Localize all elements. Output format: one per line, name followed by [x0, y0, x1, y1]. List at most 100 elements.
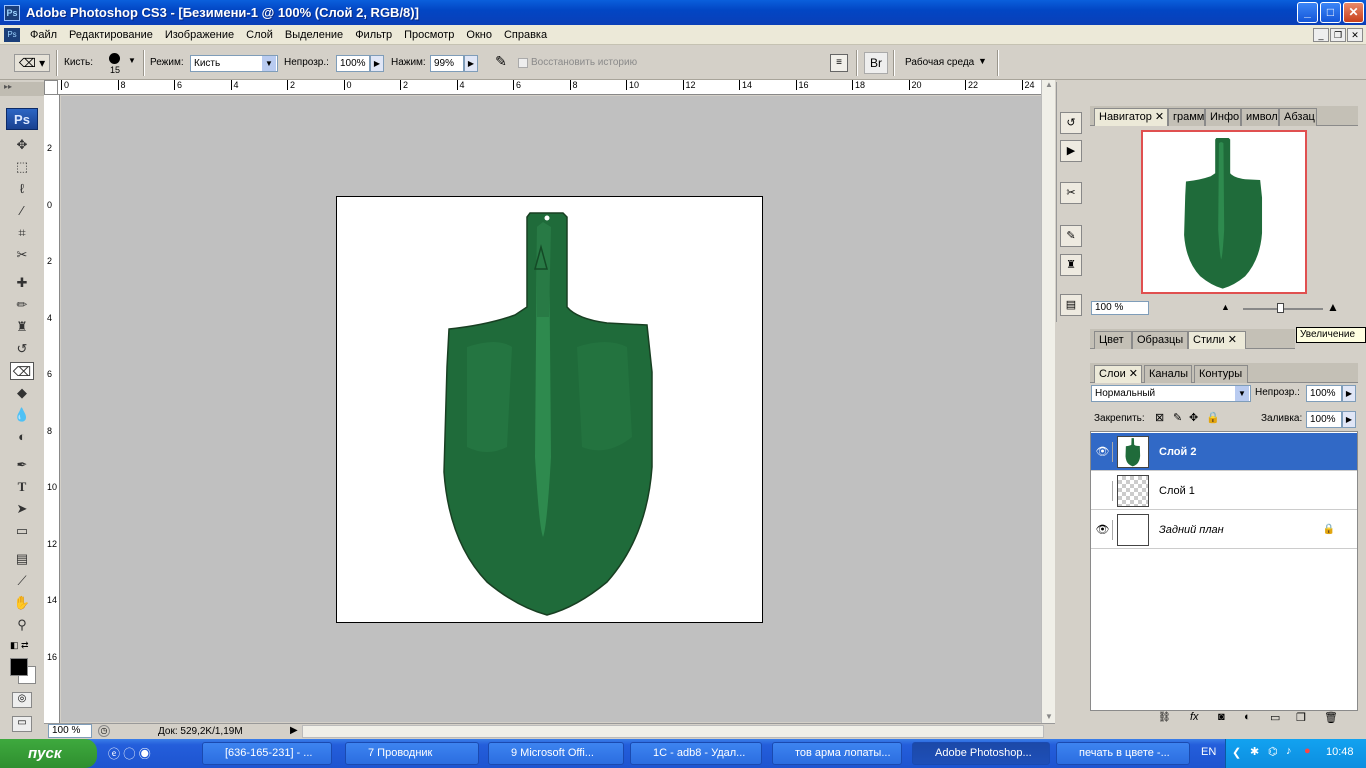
menu-window[interactable]: Окно — [460, 29, 498, 41]
eyedropper-tool-icon[interactable]: ⟋ — [12, 572, 32, 590]
history-panel-icon[interactable]: ↺ — [1060, 112, 1082, 134]
tab-paragraph[interactable]: Абзац — [1279, 108, 1317, 126]
palette-well-icon[interactable]: ≡ — [830, 54, 848, 72]
layer-row-background[interactable]: 👁 Задний план 🔒 — [1091, 511, 1357, 549]
status-menu-arrow-icon[interactable]: ▶ — [290, 725, 298, 736]
pen-tool-icon[interactable]: ✒ — [12, 456, 32, 474]
horizontal-scrollbar[interactable] — [302, 725, 1044, 738]
alert-icon[interactable]: ● — [1304, 745, 1311, 757]
task-5[interactable]: тов арма лопаты... — [772, 742, 902, 765]
vertical-scrollbar[interactable]: ▲ ▼ — [1041, 80, 1055, 724]
tray-expand-icon[interactable]: ❮ — [1232, 746, 1241, 759]
link-layers-icon[interactable]: ⛓ — [1158, 712, 1171, 723]
lock-transparency-icon[interactable]: ⊠ — [1155, 411, 1164, 424]
flow-slider-button[interactable]: ▶ — [464, 55, 478, 72]
slice-tool-icon[interactable]: ✂ — [12, 246, 32, 264]
zoom-field[interactable]: 100 % — [48, 724, 92, 738]
navigator-preview[interactable] — [1141, 130, 1307, 294]
menu-file[interactable]: Файл — [24, 29, 63, 41]
maximize-button[interactable]: □ — [1320, 2, 1341, 23]
navigator-zoom-field[interactable]: 100 % — [1091, 301, 1149, 315]
layer-row-slot-2[interactable]: 👁 Слой 2 — [1091, 433, 1357, 471]
tab-color[interactable]: Цвет — [1094, 331, 1132, 349]
tab-character[interactable]: имвол — [1241, 108, 1279, 126]
tab-info[interactable]: Инфо — [1205, 108, 1241, 126]
layer-opacity-field[interactable]: 100% — [1306, 385, 1342, 402]
doc-minimize-button[interactable]: _ — [1313, 28, 1329, 42]
new-group-icon[interactable]: ▭ — [1270, 711, 1280, 724]
history-brush-tool-icon[interactable]: ↺ — [12, 340, 32, 358]
menu-image[interactable]: Изображение — [159, 29, 240, 41]
eye-icon[interactable]: 👁 — [1093, 519, 1113, 540]
tray-app-icon[interactable]: ✱ — [1250, 745, 1259, 758]
task-2[interactable]: 7 Проводник — [345, 742, 479, 765]
menu-edit[interactable]: Редактирование — [63, 29, 159, 41]
opera-icon[interactable]: ◯ — [123, 747, 135, 761]
visibility-toggle[interactable] — [1093, 480, 1113, 501]
marquee-tool-icon[interactable]: ⬚ — [12, 158, 32, 176]
start-button[interactable]: пуск — [0, 739, 97, 768]
network-icon[interactable]: ⌬ — [1268, 745, 1278, 758]
adjustment-layer-icon[interactable]: ◐ — [1244, 711, 1251, 723]
type-tool-icon[interactable]: T — [12, 478, 32, 496]
tool-preset-picker[interactable]: ⌫ ▾ — [14, 54, 50, 72]
tab-channels[interactable]: Каналы — [1144, 365, 1192, 383]
lasso-tool-icon[interactable]: ℓ — [12, 180, 32, 198]
eye-icon[interactable]: 👁 — [1093, 441, 1113, 462]
workspace-button[interactable]: Рабочая среда — [905, 57, 974, 68]
lock-pixels-icon[interactable]: ✎ — [1173, 411, 1182, 424]
crop-tool-icon[interactable]: ⌗ — [12, 224, 32, 242]
volume-icon[interactable]: ♪ — [1286, 745, 1292, 757]
default-colors-icon[interactable]: ◧ ⇄ — [10, 640, 29, 651]
fill-arrow[interactable]: ▶ — [1342, 411, 1356, 428]
rectangle-tool-icon[interactable]: ▭ — [12, 522, 32, 540]
healing-brush-tool-icon[interactable]: ✚ — [12, 274, 32, 292]
mode-select[interactable]: Кисть ▼ — [190, 55, 278, 72]
zoom-in-icon[interactable]: ▲ — [1327, 300, 1339, 314]
chrome-icon[interactable]: ◉ — [139, 747, 151, 761]
foreground-color-swatch[interactable] — [10, 658, 28, 676]
menu-filter[interactable]: Фильтр — [349, 29, 398, 41]
screen-mode-icon[interactable]: ▭ — [12, 716, 32, 732]
scroll-up-icon[interactable]: ▲ — [1043, 80, 1055, 92]
doc-close-button[interactable]: ✕ — [1347, 28, 1363, 42]
task-4[interactable]: 1С - adb8 - Удал... — [630, 742, 762, 765]
menu-select[interactable]: Выделение — [279, 29, 349, 41]
notes-tool-icon[interactable]: ▤ — [12, 550, 32, 568]
status-icon[interactable]: ◷ — [98, 725, 110, 737]
flow-field[interactable]: 99% — [430, 55, 464, 72]
quick-mask-icon[interactable]: ◎ — [12, 692, 32, 708]
lock-all-icon[interactable]: 🔒 — [1206, 411, 1220, 424]
blend-mode-select[interactable]: Нормальный ▼ — [1091, 385, 1251, 402]
menu-view[interactable]: Просмотр — [398, 29, 460, 41]
brushes-panel-icon[interactable]: ✎ — [1060, 225, 1082, 247]
eraser-tool-icon[interactable]: ⌫ — [10, 362, 34, 380]
new-layer-icon[interactable]: ❐ — [1296, 711, 1306, 724]
tab-navigator[interactable]: Навигатор ✕ — [1094, 108, 1168, 126]
language-indicator[interactable]: EN — [1201, 746, 1216, 758]
ruler-top[interactable]: 0 8 6 4 2 0 2 4 6 8 10 12 14 16 18 20 22 24 — [58, 80, 1041, 95]
bridge-icon[interactable]: Br — [864, 52, 888, 74]
dodge-tool-icon[interactable]: ◐ — [12, 428, 32, 446]
close-button[interactable]: ✕ — [1343, 2, 1364, 23]
layer-comps-icon[interactable]: ▤ — [1060, 294, 1082, 316]
ruler-origin[interactable] — [44, 80, 58, 95]
path-selection-tool-icon[interactable]: ➤ — [12, 500, 32, 518]
actions-panel-icon[interactable]: ▶ — [1060, 140, 1082, 162]
layer-row-slot-1[interactable]: Слой 1 — [1091, 472, 1357, 510]
magic-wand-tool-icon[interactable]: ⁄ — [12, 202, 32, 220]
tab-paths[interactable]: Контуры — [1194, 365, 1248, 383]
trash-icon[interactable]: 🗑 — [1324, 711, 1338, 724]
ie-icon[interactable]: ⓔ — [108, 747, 120, 761]
tab-layers[interactable]: Слои ✕ — [1094, 365, 1142, 383]
task-7[interactable]: печать в цвете -... — [1056, 742, 1190, 765]
move-tool-icon[interactable]: ✥ — [12, 136, 32, 154]
toolbox-grip[interactable]: ▸▸ — [0, 82, 44, 96]
menu-help[interactable]: Справка — [498, 29, 553, 41]
zoom-out-icon[interactable]: ▲ — [1221, 302, 1230, 312]
tab-histogram[interactable]: грамма — [1168, 108, 1205, 126]
fill-field[interactable]: 100% — [1306, 411, 1342, 428]
layer-mask-icon[interactable]: ◙ — [1218, 711, 1225, 723]
erase-history-checkbox[interactable] — [518, 58, 528, 68]
zoom-tool-icon[interactable]: ⚲ — [12, 616, 32, 634]
